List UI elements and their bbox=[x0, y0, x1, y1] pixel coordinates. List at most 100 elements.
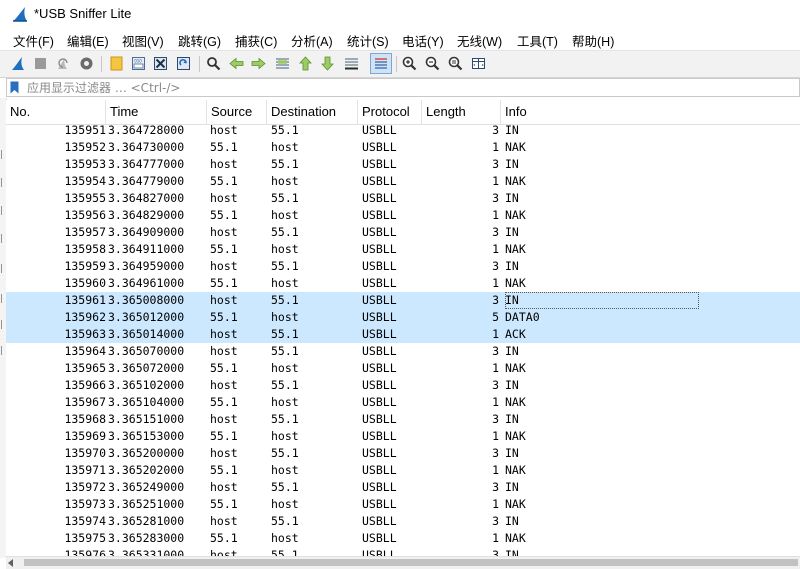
menu-telephony[interactable]: 电话(Y) bbox=[402, 31, 444, 50]
packet-row[interactable]: 135955 3.364827000 host 55.1 USBLL 3 IN bbox=[6, 190, 800, 207]
menu-wireless[interactable]: 无线(W) bbox=[457, 31, 502, 50]
menu-view[interactable]: 视图(V) bbox=[122, 31, 164, 50]
menu-statistics[interactable]: 统计(S) bbox=[347, 31, 389, 50]
packet-source: host bbox=[210, 480, 238, 494]
packet-row[interactable]: 135964 3.365070000 host 55.1 USBLL 3 IN bbox=[6, 343, 800, 360]
scroll-left-arrow-icon[interactable] bbox=[8, 559, 13, 567]
stop-icon[interactable] bbox=[32, 55, 49, 72]
packet-destination: 55.1 bbox=[271, 548, 299, 556]
save-file-icon[interactable]: 010 bbox=[130, 55, 147, 72]
find-packet-icon[interactable] bbox=[205, 55, 222, 72]
packet-row[interactable]: 135971 3.365202000 55.1 host USBLL 1 NAK bbox=[6, 462, 800, 479]
menu-analyze[interactable]: 分析(A) bbox=[291, 31, 333, 50]
column-header-protocol[interactable]: Protocol bbox=[358, 100, 422, 124]
normal-size-icon[interactable] bbox=[447, 55, 464, 72]
packet-row[interactable]: 135958 3.364911000 55.1 host USBLL 1 NAK bbox=[6, 241, 800, 258]
packet-row[interactable]: 135969 3.365153000 55.1 host USBLL 1 NAK bbox=[6, 428, 800, 445]
packet-destination: 55.1 bbox=[271, 191, 299, 205]
packet-row[interactable]: 135956 3.364829000 55.1 host USBLL 1 NAK bbox=[6, 207, 800, 224]
packet-source: host bbox=[210, 378, 238, 392]
column-header-time[interactable]: Time bbox=[106, 100, 207, 124]
packet-time: 3.364911000 bbox=[108, 242, 185, 256]
packet-row[interactable]: 135963 3.365014000 host 55.1 USBLL 1 ACK bbox=[6, 326, 800, 343]
colorize-icon[interactable] bbox=[370, 53, 392, 74]
column-header-info[interactable]: Info bbox=[501, 100, 800, 124]
packet-row[interactable]: 135961 3.365008000 host 55.1 USBLL 3 IN bbox=[6, 292, 800, 309]
packet-row[interactable]: 135966 3.365102000 host 55.1 USBLL 3 IN bbox=[6, 377, 800, 394]
zoom-out-icon[interactable] bbox=[424, 55, 441, 72]
packet-info: NAK bbox=[505, 497, 526, 511]
packet-protocol: USBLL bbox=[362, 327, 397, 341]
display-filter-input[interactable] bbox=[27, 79, 787, 96]
go-to-packet-icon[interactable] bbox=[274, 55, 291, 72]
packet-row[interactable]: 135975 3.365283000 55.1 host USBLL 1 NAK bbox=[6, 530, 800, 547]
packet-row[interactable]: 135962 3.365012000 55.1 host USBLL 5 DATA0 bbox=[6, 309, 800, 326]
reload-icon[interactable] bbox=[175, 55, 192, 72]
menu-capture[interactable]: 捕获(C) bbox=[235, 31, 277, 50]
svg-text:010: 010 bbox=[134, 59, 142, 64]
packet-row[interactable]: 135968 3.365151000 host 55.1 USBLL 3 IN bbox=[6, 411, 800, 428]
packet-info: IN bbox=[505, 292, 699, 309]
packet-row[interactable]: 135957 3.364909000 host 55.1 USBLL 3 IN bbox=[6, 224, 800, 241]
packet-row[interactable]: 135976 3.365331000 host 55.1 USBLL 3 IN bbox=[6, 547, 800, 556]
packet-row[interactable]: 135959 3.364959000 host 55.1 USBLL 3 IN bbox=[6, 258, 800, 275]
packet-list[interactable]: No. Time Source Destination Protocol Len… bbox=[6, 100, 800, 556]
menu-edit[interactable]: 编辑(E) bbox=[67, 31, 109, 50]
packet-destination: host bbox=[271, 174, 299, 188]
packet-row[interactable]: 135972 3.365249000 host 55.1 USBLL 3 IN bbox=[6, 479, 800, 496]
column-header-length[interactable]: Length bbox=[422, 100, 501, 124]
packet-row[interactable]: 135974 3.365281000 host 55.1 USBLL 3 IN bbox=[6, 513, 800, 530]
packet-time: 3.365104000 bbox=[108, 395, 185, 409]
packet-row[interactable]: 135953 3.364777000 host 55.1 USBLL 3 IN bbox=[6, 156, 800, 173]
zoom-in-icon[interactable] bbox=[401, 55, 418, 72]
packet-time: 3.365070000 bbox=[108, 344, 185, 358]
packet-length: 3 bbox=[492, 446, 499, 460]
packet-protocol: USBLL bbox=[362, 361, 397, 375]
packet-destination: 55.1 bbox=[271, 446, 299, 460]
packet-number: 135952 bbox=[64, 140, 106, 154]
packet-row[interactable]: 135970 3.365200000 host 55.1 USBLL 3 IN bbox=[6, 445, 800, 462]
column-header-destination[interactable]: Destination bbox=[267, 100, 358, 124]
packet-source: host bbox=[210, 225, 238, 239]
auto-scroll-icon[interactable] bbox=[343, 55, 360, 72]
scrollbar-thumb[interactable] bbox=[24, 559, 798, 566]
packet-row[interactable]: 135967 3.365104000 55.1 host USBLL 1 NAK bbox=[6, 394, 800, 411]
horizontal-scrollbar[interactable] bbox=[6, 556, 800, 569]
menu-go[interactable]: 跳转(G) bbox=[178, 31, 221, 50]
restart-capture-icon[interactable] bbox=[54, 55, 71, 72]
packet-info: NAK bbox=[505, 395, 526, 409]
go-forward-icon[interactable] bbox=[250, 55, 267, 72]
packet-row[interactable]: 135965 3.365072000 55.1 host USBLL 1 NAK bbox=[6, 360, 800, 377]
resize-columns-icon[interactable] bbox=[470, 55, 487, 72]
first-packet-icon[interactable] bbox=[297, 55, 314, 72]
packet-number: 135968 bbox=[64, 412, 106, 426]
packet-length: 1 bbox=[492, 497, 499, 511]
menu-tools[interactable]: 工具(T) bbox=[517, 31, 558, 50]
packet-length: 1 bbox=[492, 242, 499, 256]
capture-options-icon[interactable] bbox=[78, 55, 95, 72]
packet-info: IN bbox=[505, 157, 519, 171]
packet-row[interactable]: 135973 3.365251000 55.1 host USBLL 1 NAK bbox=[6, 496, 800, 513]
packet-number: 135970 bbox=[64, 446, 106, 460]
packet-info: ACK bbox=[505, 327, 526, 341]
filter-bookmark-icon[interactable] bbox=[10, 81, 19, 94]
menu-help[interactable]: 帮助(H) bbox=[572, 31, 614, 50]
go-back-icon[interactable] bbox=[228, 55, 245, 72]
column-header-source[interactable]: Source bbox=[207, 100, 267, 124]
last-packet-icon[interactable] bbox=[319, 55, 336, 72]
packet-length: 3 bbox=[492, 259, 499, 273]
open-file-icon[interactable] bbox=[108, 55, 125, 72]
packet-destination: host bbox=[271, 310, 299, 324]
packet-time: 3.365072000 bbox=[108, 361, 185, 375]
shark-fin-start-icon[interactable] bbox=[10, 55, 27, 72]
packet-time: 3.365249000 bbox=[108, 480, 185, 494]
menu-file[interactable]: 文件(F) bbox=[13, 31, 54, 50]
packet-row[interactable]: 135951 3.364728000 host 55.1 USBLL 3 IN bbox=[6, 122, 800, 139]
close-file-icon[interactable] bbox=[152, 55, 169, 72]
packet-length: 1 bbox=[492, 429, 499, 443]
packet-length: 3 bbox=[492, 191, 499, 205]
column-header-no[interactable]: No. bbox=[6, 100, 106, 124]
packet-row[interactable]: 135952 3.364730000 55.1 host USBLL 1 NAK bbox=[6, 139, 800, 156]
packet-row[interactable]: 135954 3.364779000 55.1 host USBLL 1 NAK bbox=[6, 173, 800, 190]
packet-row[interactable]: 135960 3.364961000 55.1 host USBLL 1 NAK bbox=[6, 275, 800, 292]
